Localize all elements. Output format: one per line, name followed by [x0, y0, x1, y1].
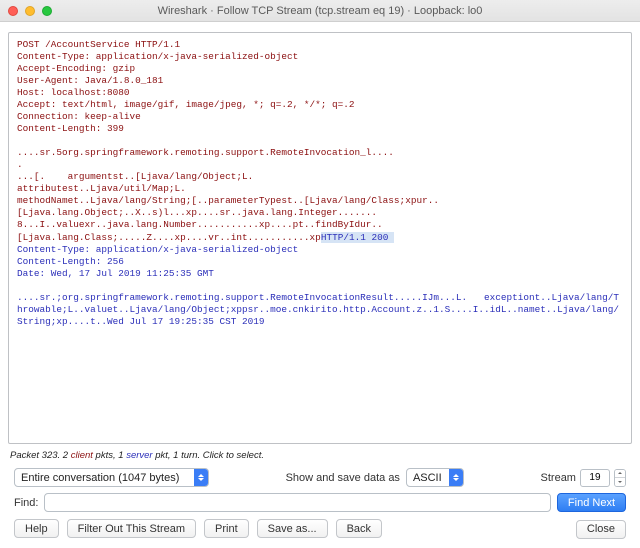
summary-part-2: pkts, 1 — [93, 450, 126, 461]
filter-out-stream-button[interactable]: Filter Out This Stream — [67, 519, 196, 538]
format-select[interactable]: ASCII — [406, 468, 464, 487]
show-save-label: Show and save data as — [286, 472, 400, 484]
stream-stepper[interactable] — [614, 469, 626, 487]
title-bar: Wireshark · Follow TCP Stream (tcp.strea… — [0, 0, 640, 22]
summary-client-word: client — [71, 450, 93, 461]
stream-number-input[interactable] — [580, 469, 610, 487]
stepper-up-icon[interactable] — [615, 470, 625, 478]
close-window-button[interactable] — [8, 6, 18, 16]
close-button[interactable]: Close — [576, 520, 626, 539]
back-button[interactable]: Back — [336, 519, 382, 538]
format-select-value: ASCII — [407, 472, 448, 484]
find-next-button[interactable]: Find Next — [557, 493, 626, 512]
save-as-button[interactable]: Save as... — [257, 519, 328, 538]
stream-text-view[interactable]: POST /AccountService HTTP/1.1 Content-Ty… — [8, 32, 632, 444]
summary-part-1: Packet 323. 2 — [10, 450, 71, 461]
chevron-updown-icon — [194, 468, 208, 487]
packet-summary: Packet 323. 2 client pkts, 1 server pkt,… — [10, 450, 630, 461]
window-title: Wireshark · Follow TCP Stream (tcp.strea… — [0, 5, 640, 17]
summary-server-word: server — [126, 450, 152, 461]
print-button[interactable]: Print — [204, 519, 249, 538]
stream-label: Stream — [541, 472, 576, 484]
conversation-select[interactable]: Entire conversation (1047 bytes) — [14, 468, 209, 487]
server-status-line: HTTP/1.1 200 — [321, 232, 394, 243]
summary-part-3: pkt, 1 turn. Click to select. — [153, 450, 264, 461]
zoom-window-button[interactable] — [42, 6, 52, 16]
conversation-select-value: Entire conversation (1047 bytes) — [15, 472, 185, 484]
chevron-updown-icon — [449, 468, 463, 487]
minimize-window-button[interactable] — [25, 6, 35, 16]
find-input[interactable] — [44, 493, 550, 512]
client-packet-text: POST /AccountService HTTP/1.1 Content-Ty… — [17, 39, 439, 243]
window-controls — [8, 6, 52, 16]
stepper-down-icon[interactable] — [615, 478, 625, 486]
find-label: Find: — [14, 497, 38, 509]
server-packet-text: Content-Type: application/x-java-seriali… — [17, 244, 619, 327]
help-button[interactable]: Help — [14, 519, 59, 538]
